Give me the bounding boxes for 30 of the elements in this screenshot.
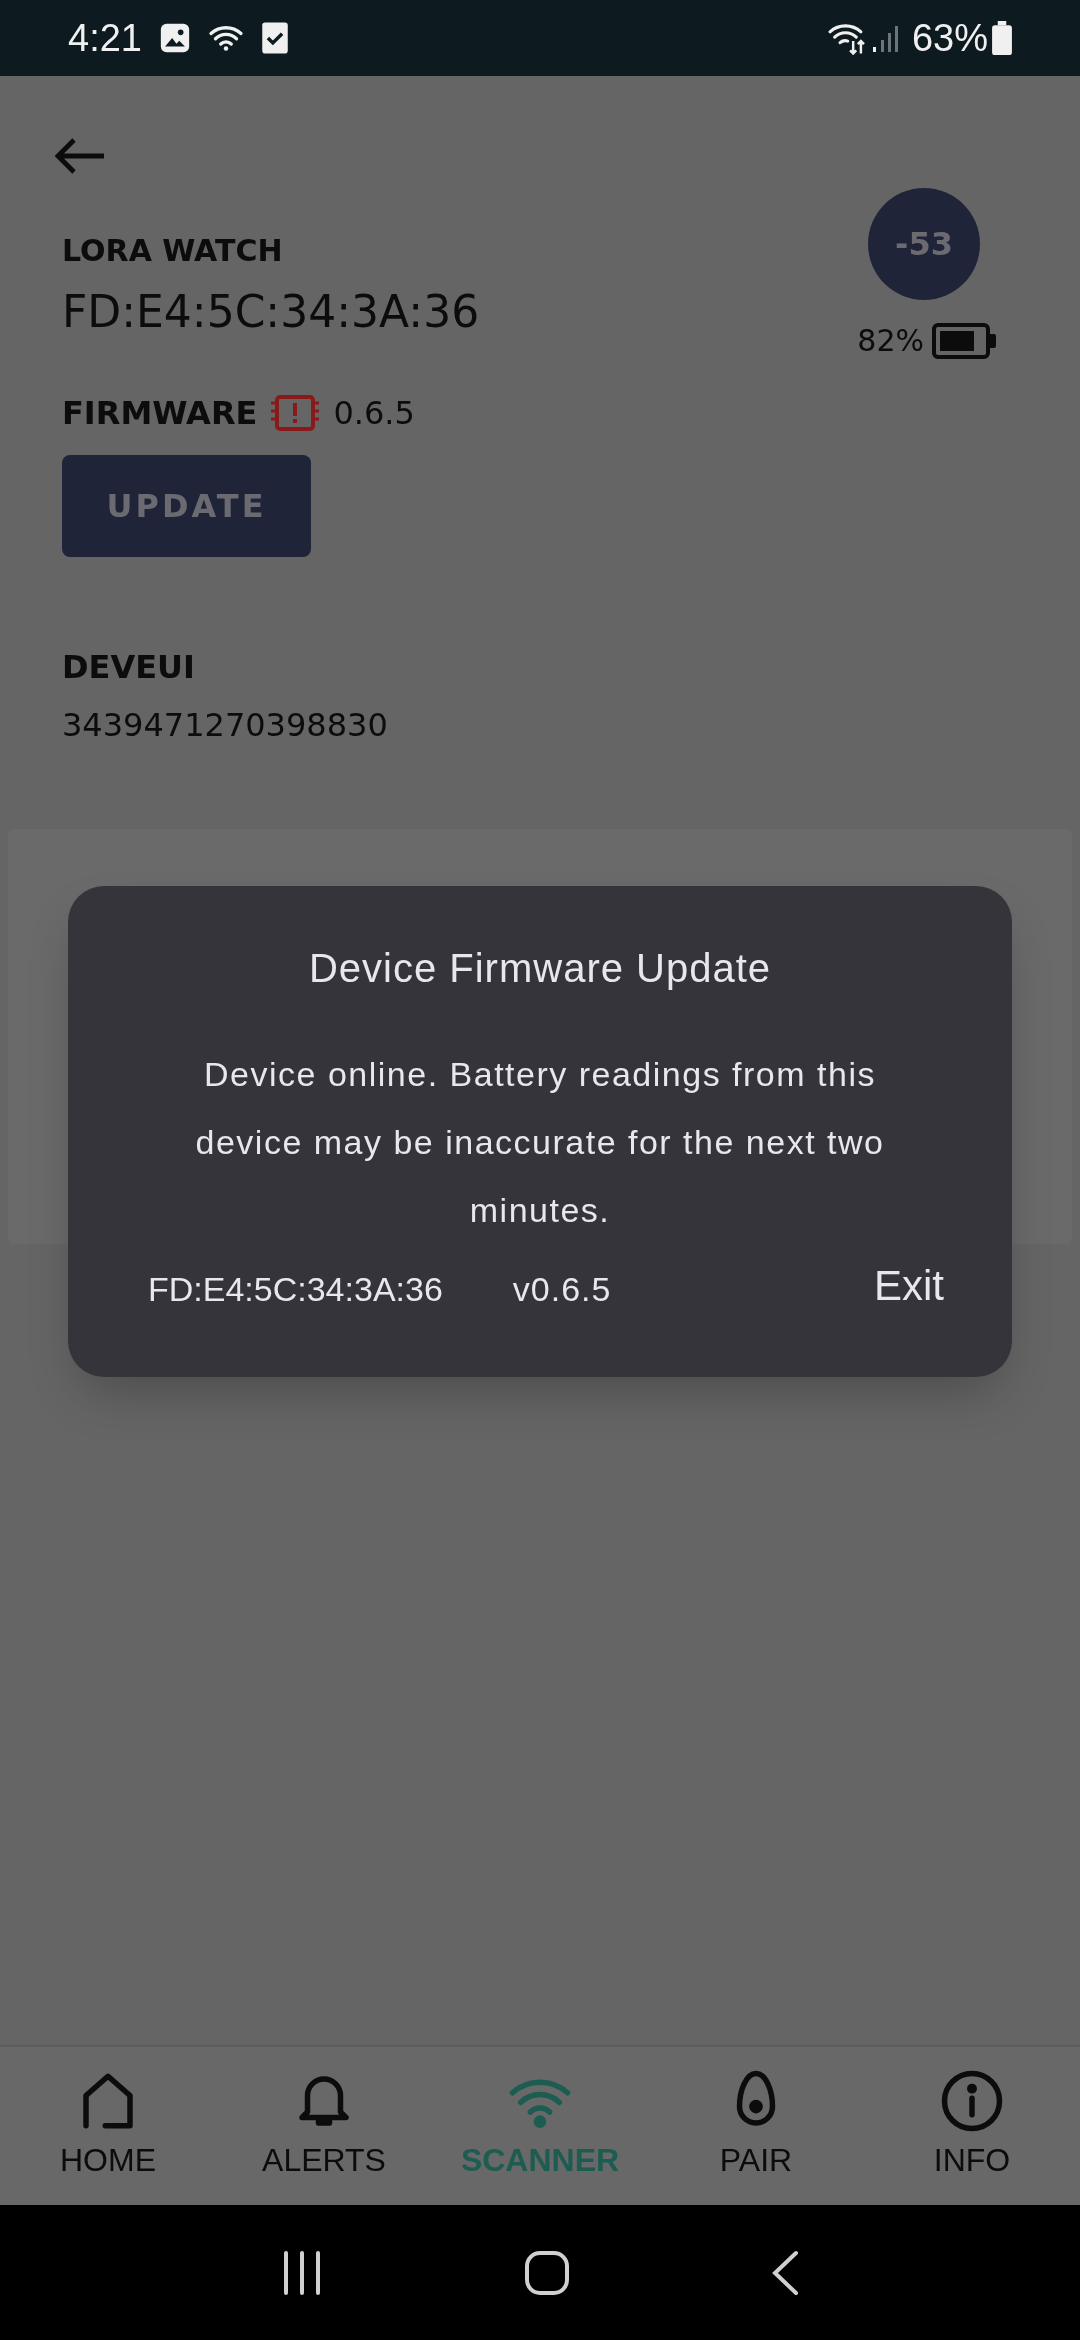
deveui-label: DEVEUI xyxy=(62,647,196,688)
status-time: 4:21 xyxy=(68,15,142,61)
battery-icon xyxy=(992,21,1012,55)
deveui-value: 3439471270398830 xyxy=(62,705,389,746)
exit-button[interactable]: Exit xyxy=(874,1254,952,1317)
signal-badge: -53 xyxy=(868,188,980,300)
nav-tab[interactable]: PAIR xyxy=(648,2068,864,2184)
battery-percentage: 63% xyxy=(911,15,988,61)
nav-tab[interactable]: HOME xyxy=(0,2068,216,2184)
firmware-label: FIRMWARE xyxy=(62,393,258,434)
update-button[interactable]: UPDATE xyxy=(62,455,311,557)
dialog-address: FD:E4:5C:34:3A:36 xyxy=(148,1269,443,1310)
home-icon[interactable] xyxy=(524,2249,570,2296)
dialog-title: Device Firmware Update xyxy=(308,945,772,992)
dialog-message: Device online. Battery readings from this device may be inaccurate for the next two minutes. xyxy=(194,1054,886,1231)
signal-icon xyxy=(871,23,900,53)
checkbox-icon xyxy=(259,21,290,55)
chip-warning-icon xyxy=(269,394,322,432)
info-icon xyxy=(939,2068,1005,2134)
battery-percentage: 82% xyxy=(857,322,924,360)
dialog-version: v0.6.5 xyxy=(512,1269,612,1310)
firmware-version: 0.6.5 xyxy=(333,393,415,434)
device-address: FD:E4:5C:34:3A:36 xyxy=(62,285,481,339)
back-icon[interactable] xyxy=(770,2249,800,2296)
device-name: LORA WATCH xyxy=(62,232,284,270)
nav-tab[interactable]: ALERTS xyxy=(216,2068,432,2184)
battery-icon xyxy=(932,322,998,359)
wifi-icon xyxy=(207,23,244,53)
wifi-icon xyxy=(825,21,868,55)
nav-tab[interactable]: INFO xyxy=(864,2068,1080,2184)
